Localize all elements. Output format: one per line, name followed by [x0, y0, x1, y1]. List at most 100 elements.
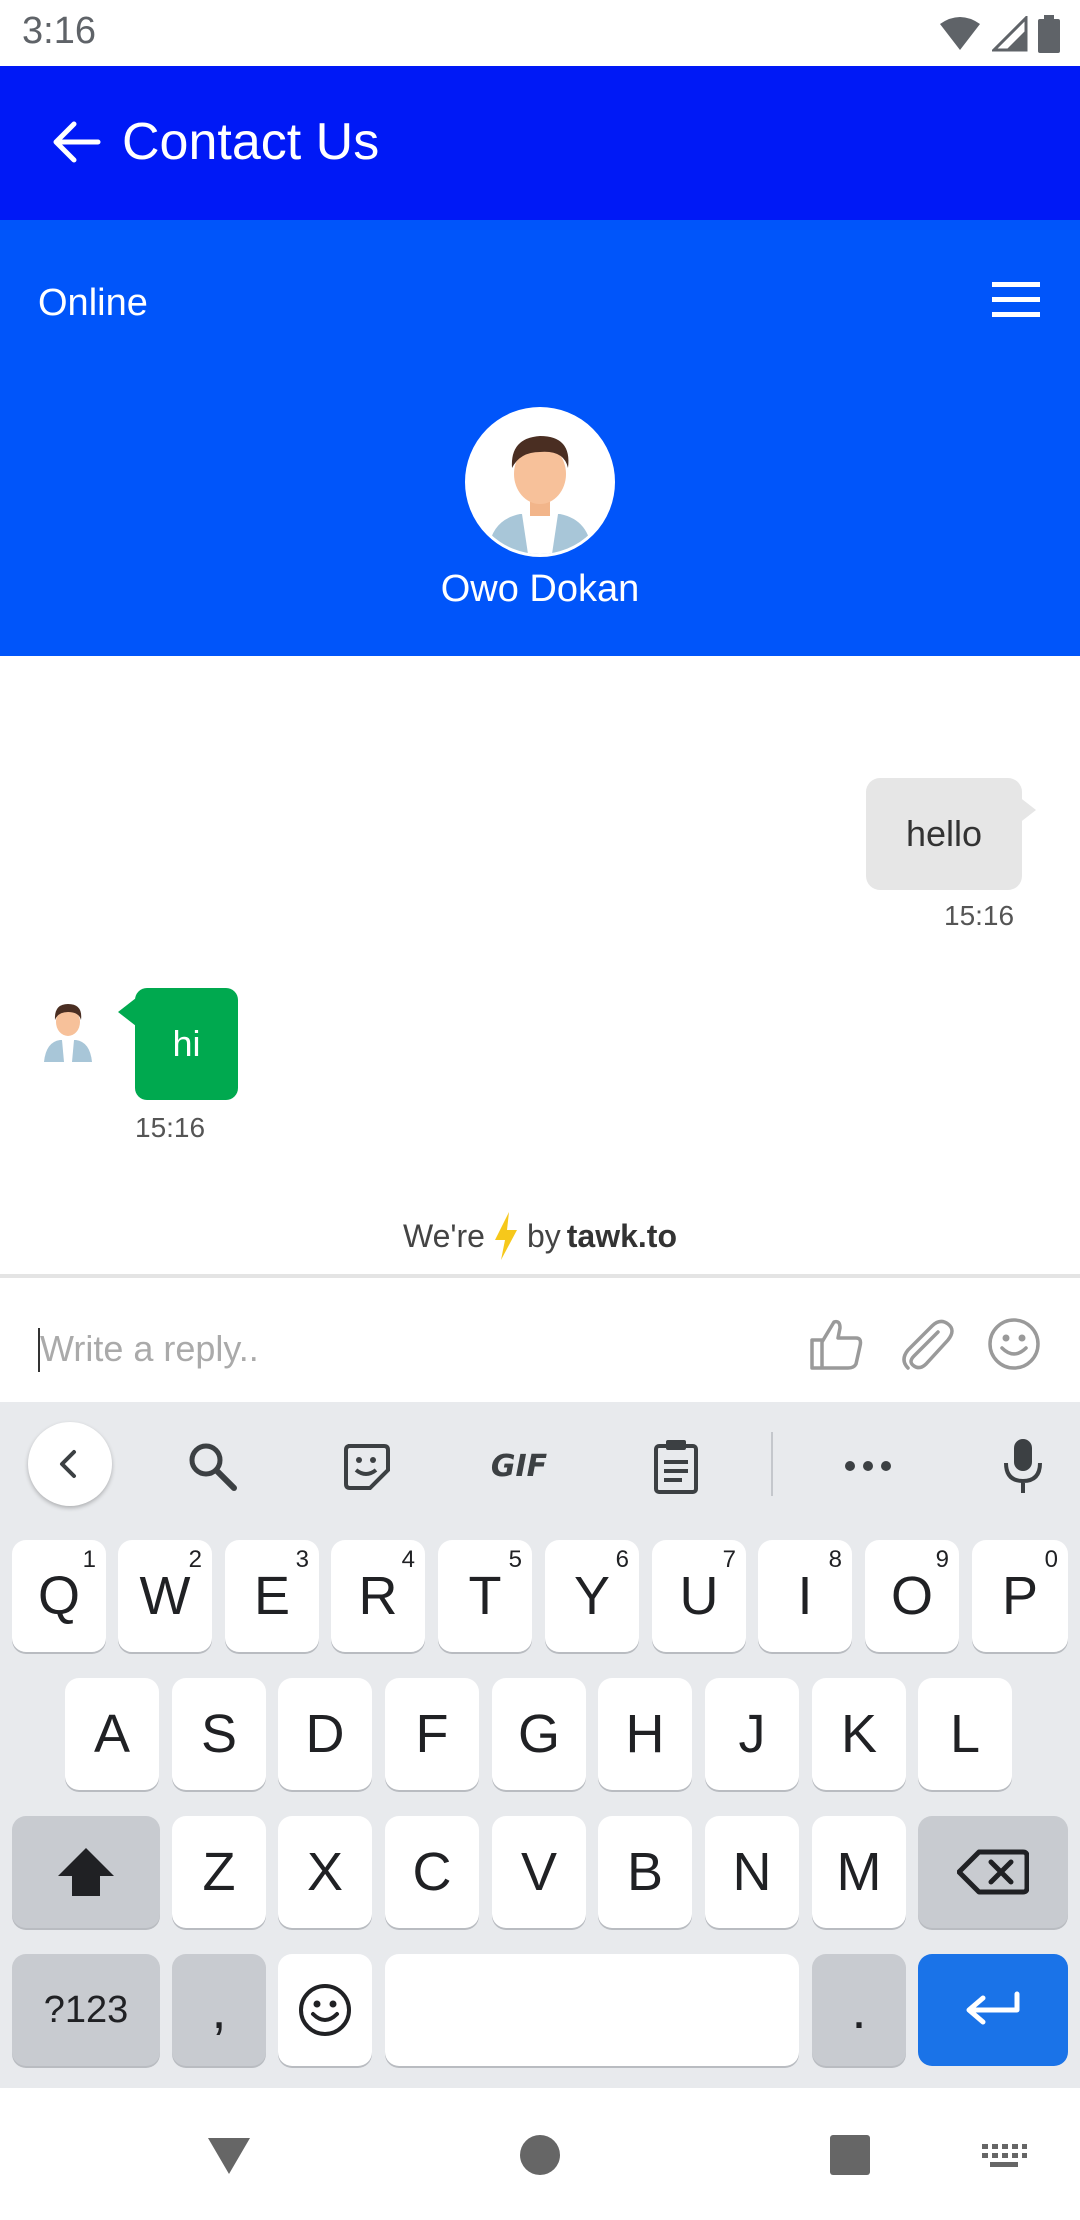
incoming-message-bubble[interactable]: hi: [135, 988, 238, 1100]
key-label: A: [93, 1704, 131, 1764]
key-f[interactable]: F: [385, 1678, 479, 1790]
key-label: F: [415, 1704, 449, 1764]
key-label: Z: [202, 1842, 236, 1902]
status-icons: [938, 14, 1060, 54]
key-j[interactable]: J: [705, 1678, 799, 1790]
key-i[interactable]: I8: [758, 1540, 852, 1652]
emoji-icon[interactable]: [984, 1314, 1044, 1374]
key-label: U: [679, 1566, 719, 1626]
key-label: M: [836, 1842, 882, 1902]
emoji-key[interactable]: [278, 1954, 372, 2066]
key-c[interactable]: C: [385, 1816, 479, 1928]
sticker-icon[interactable]: [336, 1436, 396, 1496]
home-circle-icon[interactable]: [515, 2130, 565, 2180]
key-w[interactable]: W2: [118, 1540, 212, 1652]
key-q[interactable]: Q1: [12, 1540, 106, 1652]
key-label: K: [840, 1704, 878, 1764]
more-icon[interactable]: [838, 1436, 898, 1496]
key-label: P: [1001, 1566, 1039, 1626]
key-label: S: [200, 1704, 238, 1764]
microphone-icon[interactable]: [993, 1436, 1053, 1496]
paperclip-icon[interactable]: [896, 1314, 956, 1374]
key-label: Q: [37, 1566, 80, 1626]
keyboard-switch-icon[interactable]: [980, 2130, 1028, 2180]
battery-icon: [1038, 15, 1060, 53]
key-t[interactable]: T5: [438, 1540, 532, 1652]
key-hint: 1: [82, 1546, 96, 1573]
key-hint: 9: [935, 1546, 949, 1573]
backspace-icon: [957, 1849, 1029, 1895]
key-hint: 5: [508, 1546, 522, 1573]
key-d[interactable]: D: [278, 1678, 372, 1790]
key-g[interactable]: G: [492, 1678, 586, 1790]
key-hint: 0: [1044, 1546, 1058, 1573]
recents-square-icon[interactable]: [825, 2130, 875, 2180]
hamburger-menu-icon[interactable]: [990, 280, 1042, 320]
key-u[interactable]: U7: [652, 1540, 746, 1652]
emoji-icon: [299, 1984, 351, 2036]
key-x[interactable]: X: [278, 1816, 372, 1928]
search-icon[interactable]: [182, 1436, 242, 1496]
key-label: N: [732, 1842, 772, 1902]
key-label: R: [358, 1566, 398, 1626]
comma-key[interactable]: ,: [172, 1954, 266, 2066]
key-z[interactable]: Z: [172, 1816, 266, 1928]
key-m[interactable]: M: [812, 1816, 906, 1928]
key-label: E: [253, 1566, 291, 1626]
back-triangle-icon[interactable]: [204, 2130, 254, 2180]
shift-key[interactable]: [12, 1816, 160, 1928]
wifi-icon: [940, 17, 980, 50]
key-hint: 3: [295, 1546, 309, 1573]
powered-middle: by: [526, 1217, 561, 1254]
page-title: Contact Us: [122, 113, 380, 171]
gif-label: GIF: [490, 1448, 548, 1484]
clipboard-icon[interactable]: [646, 1436, 706, 1496]
key-label: .: [851, 1980, 867, 2040]
period-key[interactable]: .: [812, 1954, 906, 2066]
key-hint: 6: [615, 1546, 629, 1573]
symbols-key[interactable]: ?123: [12, 1954, 160, 2066]
back-arrow-icon[interactable]: [50, 116, 102, 168]
agent-status: Online: [38, 282, 148, 324]
key-n[interactable]: N: [705, 1816, 799, 1928]
key-e[interactable]: E3: [225, 1540, 319, 1652]
person-avatar-icon: [468, 410, 612, 554]
key-label: ,: [211, 1980, 227, 2040]
enter-icon: [966, 1991, 1020, 2025]
key-y[interactable]: Y6: [545, 1540, 639, 1652]
thumbs-up-icon[interactable]: [806, 1314, 866, 1374]
key-r[interactable]: R4: [331, 1540, 425, 1652]
backspace-key[interactable]: [918, 1816, 1068, 1928]
brand-link[interactable]: tawk.to: [567, 1218, 677, 1255]
key-b[interactable]: B: [598, 1816, 692, 1928]
key-a[interactable]: A: [65, 1678, 159, 1790]
incoming-bubble-tail: [118, 998, 136, 1026]
collapse-chevron-icon[interactable]: [28, 1422, 112, 1506]
key-hint: 2: [188, 1546, 202, 1573]
powered-by[interactable]: We're by tawk.to: [0, 1212, 1080, 1260]
space-key[interactable]: [385, 1954, 799, 2066]
key-label: I: [797, 1566, 813, 1626]
key-p[interactable]: P0: [972, 1540, 1068, 1652]
key-k[interactable]: K: [812, 1678, 906, 1790]
key-s[interactable]: S: [172, 1678, 266, 1790]
key-label: H: [625, 1704, 665, 1764]
key-label: D: [305, 1704, 345, 1764]
key-label: B: [626, 1842, 664, 1902]
enter-key[interactable]: [918, 1954, 1068, 2066]
agent-avatar: [465, 407, 615, 557]
key-hint: 8: [828, 1546, 842, 1573]
agent-message-avatar: [44, 1004, 92, 1062]
system-nav-bar: [0, 2088, 1080, 2220]
key-v[interactable]: V: [492, 1816, 586, 1928]
toolbar-divider: [771, 1432, 773, 1496]
reply-input[interactable]: [40, 1314, 740, 1384]
key-label: Y: [573, 1566, 611, 1626]
key-label: L: [949, 1704, 981, 1764]
key-h[interactable]: H: [598, 1678, 692, 1790]
chat-header: Online Owo Dokan: [0, 220, 1080, 656]
key-l[interactable]: L: [918, 1678, 1012, 1790]
gif-icon[interactable]: GIF: [484, 1436, 554, 1496]
key-o[interactable]: O9: [865, 1540, 959, 1652]
outgoing-message-bubble[interactable]: hello: [866, 778, 1022, 890]
